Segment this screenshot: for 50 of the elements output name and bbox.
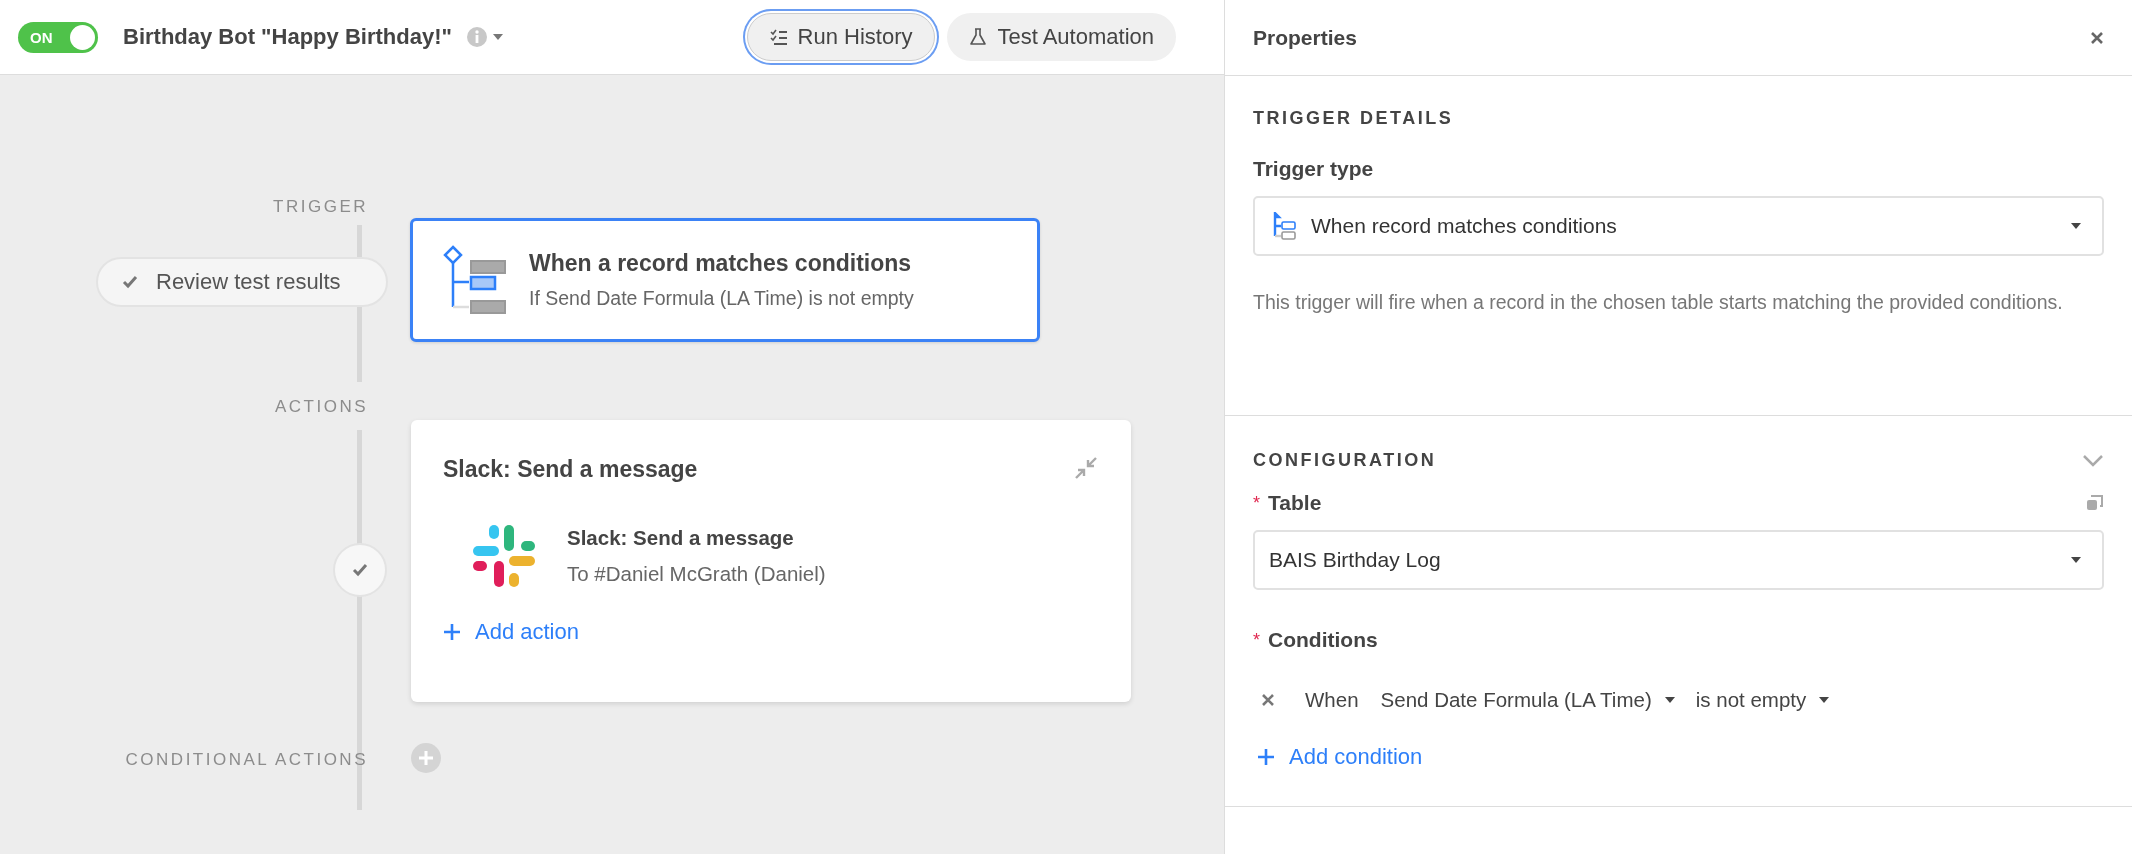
remove-condition-button[interactable] xyxy=(1261,693,1275,707)
checklist-icon xyxy=(769,28,788,46)
plus-icon xyxy=(443,623,461,641)
close-button[interactable] xyxy=(2090,30,2104,45)
caret-icon xyxy=(2070,222,2082,230)
trigger-description: This trigger will fire when a record in the chosen table starts matching the provided conditions. xyxy=(1253,290,2064,315)
automation-title: Birthday Bot "Happy Birthday!" xyxy=(123,24,452,50)
plus-icon xyxy=(418,750,434,766)
trigger-type-dropdown[interactable]: When record matches conditions xyxy=(1253,196,2104,256)
action-step[interactable]: Slack: Send a message To #Daniel McGrath (Daniel) xyxy=(473,525,1099,587)
check-icon xyxy=(352,563,368,577)
close-icon xyxy=(1261,693,1275,707)
info-icon xyxy=(465,26,488,48)
check-icon xyxy=(122,275,138,289)
panel-title: Properties xyxy=(1253,25,1357,50)
step-summary: To #Daniel McGrath (Daniel) xyxy=(567,562,826,586)
flask-icon xyxy=(969,28,988,46)
caret-icon xyxy=(2070,556,2082,564)
plus-icon xyxy=(1257,748,1275,766)
section-label: ACTIONS xyxy=(274,397,368,417)
trigger-summary: If Send Date Formula (LA Time) is not empty xyxy=(529,287,914,310)
field-label: Table xyxy=(1268,491,1323,515)
field-label: Conditions xyxy=(1268,628,1379,652)
table-dropdown[interactable]: BAIS Birthday Log xyxy=(1253,530,2104,590)
condition-tree-icon xyxy=(441,245,509,315)
operator-dropdown[interactable]: is not empty xyxy=(1695,688,1831,712)
section-label: TRIGGER xyxy=(273,197,368,217)
required-mark: * xyxy=(1253,492,1260,514)
review-test-results-button[interactable]: Review test results xyxy=(96,257,388,307)
add-action-link[interactable]: Add action xyxy=(443,619,579,645)
caret-icon xyxy=(1663,696,1676,704)
close-icon xyxy=(2090,30,2104,45)
section-heading: CONFIGURATION xyxy=(1253,450,1437,471)
required-mark: * xyxy=(1253,629,1260,651)
collapse-icon xyxy=(1075,457,1097,479)
step-title: Slack: Send a message xyxy=(567,526,795,550)
slack-logo-icon xyxy=(473,525,535,587)
test-automation-button[interactable]: Test Automation xyxy=(947,13,1176,61)
action-card-title: Slack: Send a message xyxy=(443,456,698,483)
add-condition-link[interactable]: Add condition xyxy=(1257,744,1423,770)
caret-icon xyxy=(491,33,504,41)
trigger-card[interactable]: When a record matches conditions If Send Date Formula (LA Time) is not empty xyxy=(410,218,1040,342)
field-label: Trigger type xyxy=(1253,157,1375,181)
trigger-title: When a record matches conditions xyxy=(529,250,913,277)
condition-prefix: When xyxy=(1305,688,1359,712)
field-dropdown[interactable]: Send Date Formula (LA Time) xyxy=(1380,688,1676,712)
section-heading: TRIGGER DETAILS xyxy=(1253,108,1455,129)
caret-icon xyxy=(1818,696,1831,704)
section-label: CONDITIONAL ACTIONS xyxy=(125,750,368,770)
expand-icon xyxy=(2086,494,2104,512)
